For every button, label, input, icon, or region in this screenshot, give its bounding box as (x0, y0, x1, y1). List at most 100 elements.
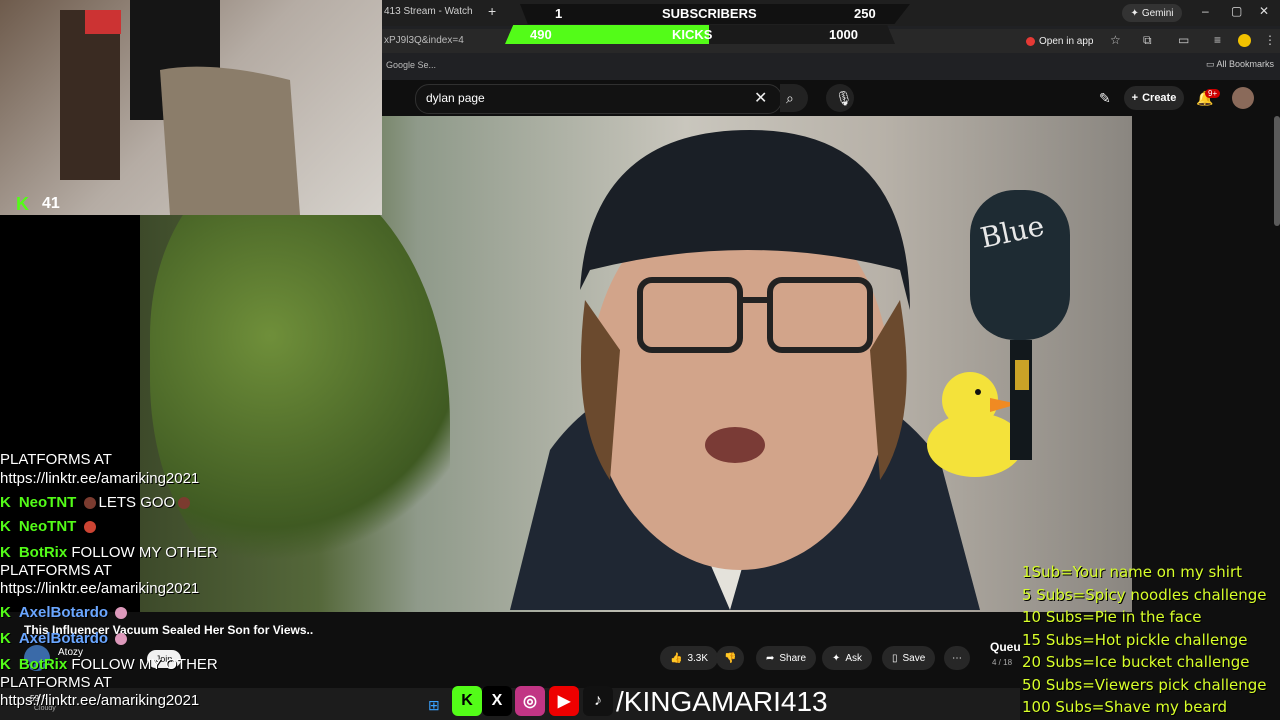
new-tab-button[interactable]: + (488, 3, 496, 19)
share-button[interactable]: ➦ Share (756, 646, 817, 670)
mic-icon: 🎙 (835, 90, 853, 106)
kicks-goal: 1000 (829, 27, 858, 42)
microphone: Blue (970, 190, 1070, 460)
all-bookmarks-label: All Bookmarks (1216, 59, 1275, 69)
tab-active[interactable]: 413 Stream - Watch (384, 6, 473, 17)
kick-badge-icon: K (0, 630, 11, 647)
subs-current: 1 (555, 6, 563, 21)
kick-badge-icon: K (0, 656, 11, 673)
thumbs-up-icon: 👍 (670, 652, 683, 664)
chat-text: FOLLOW MY OTHER (71, 656, 218, 673)
ask-button[interactable]: ✦ Ask (822, 646, 873, 670)
open-in-app-button[interactable]: Open in app (1026, 33, 1094, 49)
sub-goal-rule: 20 Subs=Ice bucket challenge (1022, 653, 1250, 671)
star-icon[interactable]: ☆ (1110, 33, 1121, 47)
save-button[interactable]: ▯ Save (882, 646, 936, 670)
more-actions-button[interactable]: ⋯ (944, 646, 970, 670)
chat-line: PLATFORMS AT (0, 451, 112, 468)
emote-icon (115, 607, 128, 620)
clear-search-icon[interactable]: ✕ (754, 88, 767, 108)
close-window-button[interactable]: ✕ (1259, 4, 1269, 18)
webcam-person (60, 0, 300, 215)
create-button[interactable]: + Create (1124, 86, 1184, 110)
sub-goal-rule: 1Sub=Your name on my shirt (1022, 563, 1243, 581)
like-button[interactable]: 👍 3.3K (660, 646, 719, 670)
kick-badge-icon: K (0, 544, 11, 561)
bookmark-icon: ▯ (892, 652, 898, 664)
gemini-label: Gemini (1141, 7, 1174, 19)
create-label: Create (1142, 92, 1177, 104)
chat-message: K BotRix FOLLOW MY OTHER (0, 656, 218, 673)
search-button[interactable] (780, 84, 808, 112)
chat-text: https://linktr.ee/amariking2021 (0, 692, 200, 709)
sub-goal-rule: 50 Subs=Viewers pick challenge (1022, 676, 1267, 694)
bookmark-google[interactable]: Google Se... (386, 60, 436, 70)
media-icon[interactable]: ≡ (1214, 33, 1221, 47)
tiktok-icon: ♪ (583, 686, 613, 716)
chat-text: PLATFORMS AT (0, 562, 112, 579)
menu-icon[interactable]: ⋮ (1264, 33, 1276, 47)
subs-goal: 250 (854, 6, 876, 21)
sub-goal-rule: 10 Subs=Pie in the face (1022, 608, 1202, 626)
queue-title: Queu (990, 640, 1021, 654)
profile-icon[interactable] (1238, 34, 1251, 47)
sub-goal-rule: 100 Subs=Shave my beard (1022, 698, 1228, 716)
more-icon: ⋯ (952, 652, 962, 664)
page-scrollbar[interactable] (1274, 116, 1280, 226)
emote-icon (83, 497, 96, 510)
chat-message: K AxelBotardo (0, 604, 130, 621)
chat-username: BotRix (18, 544, 68, 561)
emote-icon (115, 633, 128, 646)
share-label: Share (779, 652, 807, 664)
chat-text: LETS GOO (98, 494, 176, 511)
chat-message: K NeoTNT (0, 518, 99, 535)
queue-count: 4 / 18 (992, 658, 1013, 667)
chat-username: NeoTNT (18, 494, 77, 511)
all-bookmarks[interactable]: ▭ All Bookmarks (1206, 59, 1274, 70)
chat-text: https://linktr.ee/amariking2021 (0, 580, 200, 597)
chat-line: https://linktr.ee/amariking2021 (0, 470, 199, 487)
emote-icon (178, 497, 191, 510)
cast-icon[interactable]: ▭ (1178, 33, 1189, 47)
instagram-icon: ◎ (515, 686, 545, 716)
chat-username: AxelBotardo (18, 630, 109, 647)
kick-badge-icon: K (0, 604, 11, 621)
sub-goal-rule: 5 Subs=Spicy noodles challenge (1022, 586, 1267, 604)
minimize-button[interactable]: – (1202, 4, 1209, 18)
social-handle: /KINGAMARI413 (616, 686, 828, 717)
kick-icon: K (452, 686, 482, 716)
gemini-button[interactable]: ✦ Gemini (1122, 4, 1182, 22)
chat-text: PLATFORMS AT (0, 451, 112, 468)
chat-message: K BotRix FOLLOW MY OTHER (0, 544, 218, 561)
chat-message: K NeoTNT LETS GOO (0, 494, 193, 511)
chat-line: PLATFORMS AT (0, 562, 112, 579)
x-icon: X (482, 686, 512, 716)
viewer-count: 41 (42, 195, 60, 212)
chat-line: https://linktr.ee/amariking2021 (0, 580, 199, 597)
chat-text: FOLLOW MY OTHER (71, 544, 218, 561)
search-input[interactable]: dylan page (426, 91, 485, 105)
url-text[interactable]: xPJ9l3Q&index=4 (384, 35, 464, 46)
share-icon: ➦ (766, 652, 775, 664)
chat-line: https://linktr.ee/amariking2021 (0, 692, 199, 709)
plus-icon: + (1131, 92, 1139, 104)
sub-goal-rule: 15 Subs=Hot pickle challenge (1022, 631, 1248, 649)
ask-label: Ask (845, 652, 863, 664)
youtube-icon: ▶ (549, 686, 579, 716)
windows-start-icon[interactable]: ⊞ (428, 697, 440, 714)
chat-username: NeoTNT (18, 518, 77, 535)
kick-badge-icon: K (0, 518, 11, 535)
avatar[interactable] (1232, 87, 1254, 109)
thumbs-down-icon: 👎 (724, 652, 737, 664)
kicks-current: 490 (530, 27, 552, 42)
sparkle-icon: ✦ (832, 652, 841, 664)
kick-logo: K (16, 194, 29, 214)
like-count: 3.3K (687, 652, 709, 664)
open-in-app-label: Open in app (1039, 35, 1094, 47)
save-label: Save (902, 652, 926, 664)
dislike-button[interactable]: 👎 (716, 646, 745, 670)
extensions-icon[interactable]: ⧉ (1143, 33, 1152, 48)
folder-icon: ▭ (1206, 59, 1217, 69)
maximize-button[interactable]: ▢ (1231, 4, 1242, 18)
edit-icon[interactable]: ✎ (1099, 90, 1111, 107)
